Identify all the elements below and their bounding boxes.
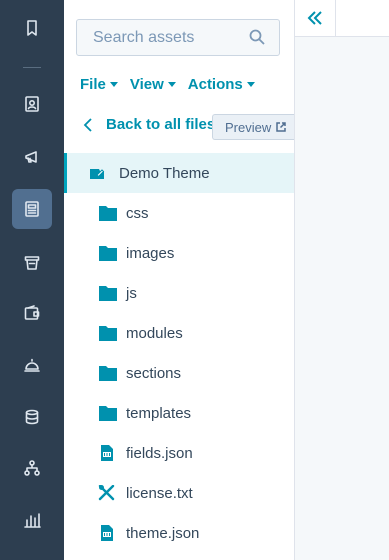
megaphone-icon[interactable] [12,137,52,177]
search-icon[interactable] [249,29,265,50]
search-box [76,19,280,56]
tree-item-label: images [126,244,175,262]
tree-item-label: templates [126,404,192,422]
view-menu-label: View [129,76,164,93]
file-manager-panel: File View Actions Back to all files Prev… [64,0,295,560]
tools-icon [98,484,116,501]
folder-icon [99,325,117,341]
actions-menu[interactable]: Actions [188,76,255,93]
tree-item-label: sections [126,364,182,382]
back-to-all-files-link[interactable]: Back to all files [82,116,215,133]
contacts-icon[interactable] [12,84,52,124]
service-bell-icon[interactable] [12,345,52,385]
preview-label: Preview [225,119,272,135]
tree-item-label: Demo Theme [119,164,210,182]
automation-icon[interactable] [12,448,52,488]
double-chevron-left-icon [307,11,322,25]
tree-item-label: js [126,284,137,302]
tree-item-label: theme.json [126,524,200,542]
tree-item-label: modules [126,324,183,342]
folder-icon [99,245,117,261]
json-file-icon [98,445,116,461]
chevron-down-icon [167,82,176,87]
json-file-icon [98,525,116,541]
search-input[interactable] [77,20,253,55]
folder-icon [99,285,117,301]
chevron-left-icon [83,117,92,132]
tree-folder-css[interactable]: css [64,193,294,233]
tree-item-label: license.txt [126,484,193,502]
folder-icon [99,405,117,421]
database-icon[interactable] [12,397,52,437]
file-menu-label: File [80,76,106,93]
chevron-down-icon [246,82,255,87]
collapse-sidebar-button[interactable] [295,0,336,36]
tree-folder-js[interactable]: js [64,273,294,313]
tree-folder-sections[interactable]: sections [64,353,294,393]
folder-icon [99,205,117,221]
tree-item-label: css [126,204,149,222]
folder-icon [99,365,117,381]
external-link-icon [276,122,286,132]
tree-folder-images[interactable]: images [64,233,294,273]
content-icon[interactable] [12,189,52,229]
actions-menu-label: Actions [187,76,243,93]
tree-folder-templates[interactable]: templates [64,393,294,433]
file-menubar: File View Actions [80,76,255,93]
tree-file-license-txt[interactable]: license.txt [64,473,294,513]
wallet-icon[interactable] [12,293,52,333]
preview-button[interactable]: Preview [212,114,294,140]
tree-item-demo-theme[interactable]: Demo Theme [64,153,294,193]
global-nav [0,0,64,560]
tree-file-fields-json[interactable]: fields.json [64,433,294,473]
tree-item-label: fields.json [126,444,193,462]
view-menu[interactable]: View [130,76,176,93]
tree-file-theme-json[interactable]: theme.json [64,513,294,553]
file-menu[interactable]: File [80,76,118,93]
bookmark-icon[interactable] [12,8,52,48]
nav-divider [23,67,41,68]
store-icon[interactable] [12,242,52,282]
tree-folder-modules[interactable]: modules [64,313,294,353]
theme-icon [88,164,106,182]
reports-icon[interactable] [12,500,52,540]
chevron-down-icon [109,82,118,87]
back-link-label: Back to all files [106,116,216,133]
editor-toolbar [295,0,389,37]
